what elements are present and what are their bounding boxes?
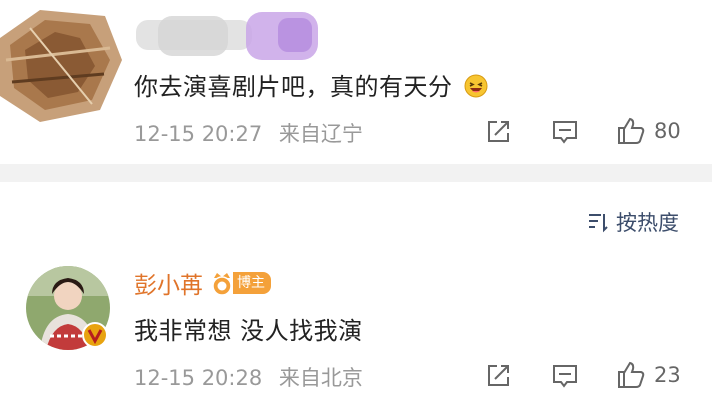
comment-text: 你去演喜剧片吧，真的有天分: [134, 67, 488, 104]
comment-meta: 12-15 20:27 来自辽宁: [134, 118, 363, 148]
comment-text-content: 你去演喜剧片吧，真的有天分: [134, 73, 453, 101]
section-divider: [0, 164, 712, 182]
blogger-badge: 博主: [211, 270, 271, 296]
crown-medal-icon: [212, 273, 232, 296]
author-avatar[interactable]: [26, 266, 110, 350]
like-count: 80: [654, 119, 681, 143]
sort-toggle[interactable]: 按热度: [586, 207, 679, 237]
comment-location: 来自北京: [278, 366, 363, 390]
comment-time: 12-15 20:27: [134, 122, 263, 146]
laughing-face-icon: [464, 74, 488, 104]
share-icon: [488, 365, 509, 386]
comment-icon: [553, 365, 577, 388]
comment-meta: 12-15 20:28 来自北京: [134, 362, 363, 392]
reply-button[interactable]: [551, 118, 579, 146]
thumbs-up-icon: [618, 361, 645, 388]
author-name[interactable]: 彭小苒: [134, 266, 203, 300]
thumbs-up-icon: [618, 117, 645, 144]
author-name-row: 彭小苒 博主: [134, 266, 271, 300]
commenter-avatar[interactable]: [0, 0, 122, 122]
commenter-name-blurred[interactable]: [128, 8, 328, 68]
sort-label: 按热度: [616, 211, 679, 235]
like-button[interactable]: 80: [616, 116, 681, 146]
like-button[interactable]: 23: [616, 360, 681, 390]
comment-time: 12-15 20:28: [134, 366, 263, 390]
badge-label: 博主: [233, 272, 271, 294]
share-button[interactable]: [484, 118, 512, 146]
comment-icon: [553, 121, 577, 144]
share-button[interactable]: [484, 362, 512, 390]
verified-v-icon: [82, 322, 108, 352]
share-icon: [488, 121, 509, 142]
like-count: 23: [654, 363, 681, 387]
comment-text: 我非常想 没人找我演: [134, 317, 363, 345]
sort-icon: [589, 214, 608, 233]
reply-button[interactable]: [551, 362, 579, 390]
comment-location: 来自辽宁: [278, 122, 363, 146]
